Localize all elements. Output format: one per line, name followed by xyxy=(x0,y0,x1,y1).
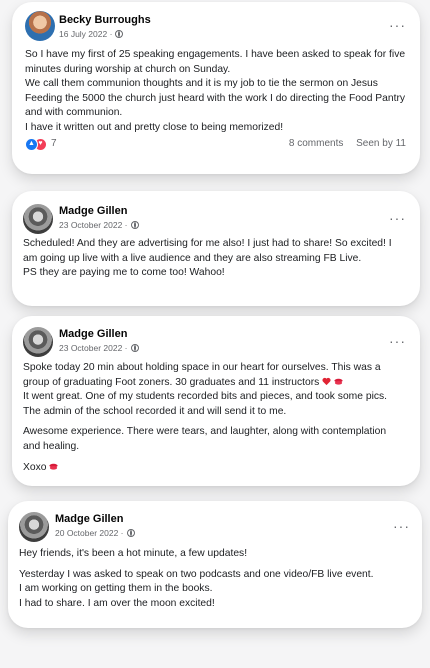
post-card: Becky Burroughs 16 July 2022 · ··· So I … xyxy=(12,2,420,174)
author-name[interactable]: Madge Gillen xyxy=(59,205,127,217)
reaction-count[interactable]: 7 xyxy=(51,138,57,149)
more-options-button[interactable]: ··· xyxy=(389,211,406,225)
comments-count[interactable]: 8 comments xyxy=(289,138,343,149)
heart-emoji-icon xyxy=(322,377,331,385)
avatar[interactable] xyxy=(23,327,53,357)
more-options-button[interactable]: ··· xyxy=(389,18,406,32)
post-date[interactable]: 20 October 2022 · xyxy=(55,528,135,538)
post-card: Madge Gillen 20 October 2022 · ··· Hey f… xyxy=(8,501,422,628)
globe-icon xyxy=(130,344,139,352)
post-header: Becky Burroughs 16 July 2022 · ··· xyxy=(25,11,406,43)
post-date[interactable]: 23 October 2022 · xyxy=(59,343,139,353)
post-date[interactable]: 16 July 2022 · xyxy=(59,29,124,39)
post-header: Madge Gillen 23 October 2022 · ··· xyxy=(23,204,406,236)
globe-icon xyxy=(126,529,135,537)
avatar[interactable] xyxy=(23,204,53,234)
post-card: Madge Gillen 23 October 2022 · ··· Sched… xyxy=(12,191,420,306)
post-header: Madge Gillen 20 October 2022 · ··· xyxy=(19,512,410,544)
post-date[interactable]: 23 October 2022 · xyxy=(59,220,139,230)
post-text: Scheduled! And they are advertising for … xyxy=(23,238,392,279)
post-card: Madge Gillen 23 October 2022 · ··· Spoke… xyxy=(12,316,420,486)
author-name[interactable]: Madge Gillen xyxy=(59,328,127,340)
like-icon[interactable]: ▲ xyxy=(25,138,38,151)
more-options-button[interactable]: ··· xyxy=(389,334,406,348)
kiss-lips-icon xyxy=(49,463,58,470)
reactions-bar: ▲ ♥ 7 8 comments Seen by 11 xyxy=(25,138,406,152)
globe-icon xyxy=(115,30,124,38)
post-text: Hey friends, it's been a hot minute, a f… xyxy=(19,548,374,609)
author-name[interactable]: Madge Gillen xyxy=(55,513,123,525)
post-text: Spoke today 20 min about holding space i… xyxy=(23,362,388,473)
post-text: So I have my first of 25 speaking engage… xyxy=(25,49,406,133)
more-options-button[interactable]: ··· xyxy=(393,519,410,533)
avatar[interactable] xyxy=(25,11,55,41)
kiss-lips-icon xyxy=(334,378,343,385)
author-name[interactable]: Becky Burroughs xyxy=(59,14,151,26)
post-header: Madge Gillen 23 October 2022 · ··· xyxy=(23,327,406,359)
avatar[interactable] xyxy=(19,512,49,542)
globe-icon xyxy=(130,221,139,229)
seen-by[interactable]: Seen by 11 xyxy=(356,138,406,149)
